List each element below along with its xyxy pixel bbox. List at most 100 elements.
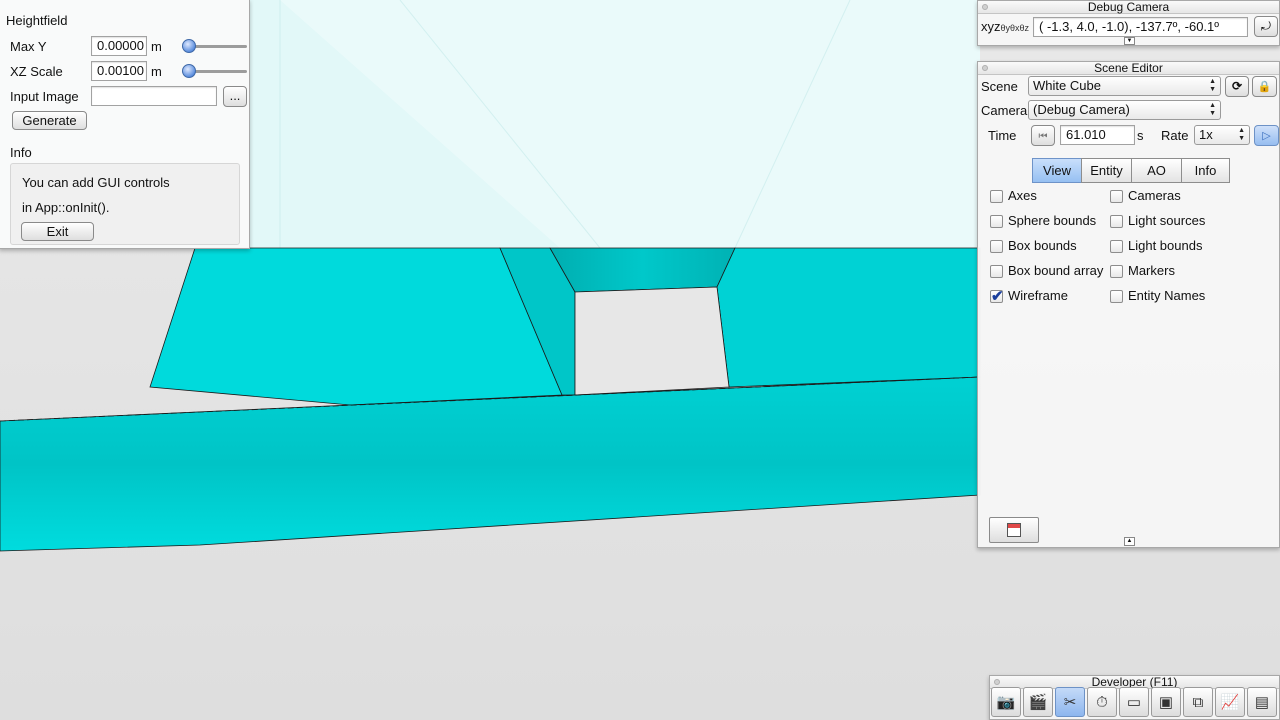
debug-camera-panel: Debug Camera xyzθyθxθz ( -1.3, 4.0, -1.0… xyxy=(977,0,1280,46)
film-icon: ⏮ xyxy=(1038,131,1048,142)
rate-label: Rate xyxy=(1161,128,1189,143)
xyz-text: xyz xyxy=(981,19,1001,34)
input-image-label: Input Image xyxy=(10,89,79,104)
heightfield-panel: Heightfield Max Y 0.00000 m XZ Scale 0.0… xyxy=(0,0,250,249)
checkbox-axes[interactable] xyxy=(990,190,1003,203)
checkbox-label: Markers xyxy=(1128,263,1175,278)
tools-button[interactable]: ✂ xyxy=(1055,687,1085,717)
stopwatch-button[interactable]: ⏱ xyxy=(1087,687,1117,717)
checkbox-light-sources[interactable] xyxy=(1110,215,1123,228)
camera-dropdown-value: (Debug Camera) xyxy=(1033,102,1130,117)
xz-scale-label: XZ Scale xyxy=(10,64,63,79)
checkbox-box-bound-array[interactable] xyxy=(990,265,1003,278)
checkbox-markers[interactable] xyxy=(1110,265,1123,278)
panel-close-dot[interactable] xyxy=(982,4,988,10)
reload-icon: ⟳ xyxy=(1231,79,1243,93)
checkbox-label: Sphere bounds xyxy=(1008,213,1097,228)
lock-scene-button[interactable]: 🔒 xyxy=(1252,76,1277,97)
input-image-field[interactable] xyxy=(91,86,217,106)
checkbox-label: Box bound array xyxy=(1008,263,1104,278)
scene-editor-panel: Scene Editor Scene White Cube ▲ ▼ ⟳ 🔒 Cam… xyxy=(977,61,1280,548)
stopwatch-icon: ⏱ xyxy=(1096,693,1108,711)
scene-dropdown-value: White Cube xyxy=(1033,78,1101,93)
generate-button[interactable]: Generate xyxy=(12,111,87,130)
camera-dropdown[interactable]: (Debug Camera) ▲ ▼ xyxy=(1028,100,1221,120)
max-y-slider-thumb[interactable] xyxy=(182,39,196,53)
clapperboard-button[interactable]: 🎬 xyxy=(1023,687,1053,717)
checkbox-wireframe[interactable]: ✔ xyxy=(990,288,1004,305)
windows-icon: ⧉ xyxy=(1192,693,1204,711)
xz-scale-slider-thumb[interactable] xyxy=(182,64,196,78)
camera-label: Camera xyxy=(981,103,1028,118)
tab-ao[interactable]: AO xyxy=(1131,158,1182,183)
console-button[interactable]: ▣ xyxy=(1151,687,1181,717)
time-unit: s xyxy=(1137,128,1144,143)
link-icon: ⤾ xyxy=(1261,19,1271,33)
document-icon: ▤ xyxy=(1254,694,1270,711)
clapperboard-icon: 🎬 xyxy=(1028,694,1048,711)
xz-scale-field[interactable]: 0.00100 xyxy=(91,61,147,81)
exit-button[interactable]: Exit xyxy=(21,222,94,241)
profiler-button[interactable]: 📈 xyxy=(1215,687,1245,717)
play-button[interactable]: ▷ xyxy=(1254,125,1279,146)
scene-dropdown[interactable]: White Cube ▲ ▼ xyxy=(1028,76,1221,96)
checkbox-cameras[interactable] xyxy=(1110,190,1123,203)
xyz-label: xyzθyθxθz xyxy=(981,19,1029,34)
rate-dropdown-value: 1x xyxy=(1199,127,1213,142)
xyz-angles-sub: θyθxθz xyxy=(1000,23,1030,33)
max-y-field[interactable]: 0.00000 xyxy=(91,36,147,56)
scene-label: Scene xyxy=(981,79,1018,94)
save-icon xyxy=(1007,523,1021,537)
panel-close-dot[interactable] xyxy=(982,65,988,71)
play-icon: ▷ xyxy=(1262,130,1271,142)
time-mode-button[interactable]: ⏮ xyxy=(1031,125,1055,146)
time-label: Time xyxy=(988,128,1017,143)
checkmark-icon: ✔ xyxy=(991,288,1004,305)
max-y-unit: m xyxy=(151,39,162,54)
tab-info[interactable]: Info xyxy=(1181,158,1230,183)
camera-link-button[interactable]: ⤾ xyxy=(1254,16,1278,37)
profiler-icon: 📈 xyxy=(1220,694,1240,711)
camera-coords-field[interactable]: ( -1.3, 4.0, -1.0), -137.7º, -60.1º xyxy=(1033,17,1248,37)
max-y-label: Max Y xyxy=(10,39,47,54)
checkbox-label: Light sources xyxy=(1128,213,1206,228)
tools-icon: ✂ xyxy=(1063,694,1077,711)
browse-button[interactable]: ... xyxy=(223,86,247,107)
tab-entity[interactable]: Entity xyxy=(1081,158,1132,183)
time-field[interactable]: 61.010 xyxy=(1060,125,1135,145)
new-window-icon: ▭ xyxy=(1126,694,1142,711)
reload-scene-button[interactable]: ⟳ xyxy=(1225,76,1249,97)
console-icon: ▣ xyxy=(1158,694,1174,711)
heightfield-title: Heightfield xyxy=(6,13,68,28)
checkbox-label: Axes xyxy=(1008,188,1037,203)
windows-button[interactable]: ⧉ xyxy=(1183,687,1213,717)
updown-arrows-icon: ▲ ▼ xyxy=(1238,127,1245,142)
info-line-2: in App::onInit(). xyxy=(22,200,110,215)
debug-camera-title: Debug Camera xyxy=(978,1,1279,14)
camera-icon: 📷 xyxy=(996,694,1016,711)
checkbox-box-bounds[interactable] xyxy=(990,240,1003,253)
expand-arrow-icon[interactable]: ▲ xyxy=(1124,537,1135,546)
checkbox-label: Box bounds xyxy=(1008,238,1077,253)
rate-dropdown[interactable]: 1x ▲ ▼ xyxy=(1194,125,1250,145)
camera-button[interactable]: 📷 xyxy=(991,687,1021,717)
checkbox-light-bounds[interactable] xyxy=(1110,240,1123,253)
tab-view[interactable]: View xyxy=(1032,158,1082,183)
checkbox-label: Entity Names xyxy=(1128,288,1206,303)
updown-arrows-icon: ▲ ▼ xyxy=(1209,102,1216,117)
checkbox-sphere-bounds[interactable] xyxy=(990,215,1003,228)
checkbox-label: Light bounds xyxy=(1128,238,1203,253)
lock-icon: 🔒 xyxy=(1257,81,1272,93)
xz-scale-unit: m xyxy=(151,64,162,79)
new-window-button[interactable]: ▭ xyxy=(1119,687,1149,717)
checkbox-label: Cameras xyxy=(1128,188,1181,203)
collapse-arrow-icon[interactable]: ▼ xyxy=(1124,37,1135,45)
panel-close-dot[interactable] xyxy=(994,679,1000,685)
info-line-1: You can add GUI controls xyxy=(22,175,170,190)
scene-editor-title: Scene Editor xyxy=(978,62,1279,75)
document-button[interactable]: ▤ xyxy=(1247,687,1277,717)
updown-arrows-icon: ▲ ▼ xyxy=(1209,78,1216,93)
checkbox-label: Wireframe xyxy=(1008,288,1068,303)
save-button[interactable] xyxy=(989,517,1039,543)
checkbox-entity-names[interactable] xyxy=(1110,290,1123,303)
